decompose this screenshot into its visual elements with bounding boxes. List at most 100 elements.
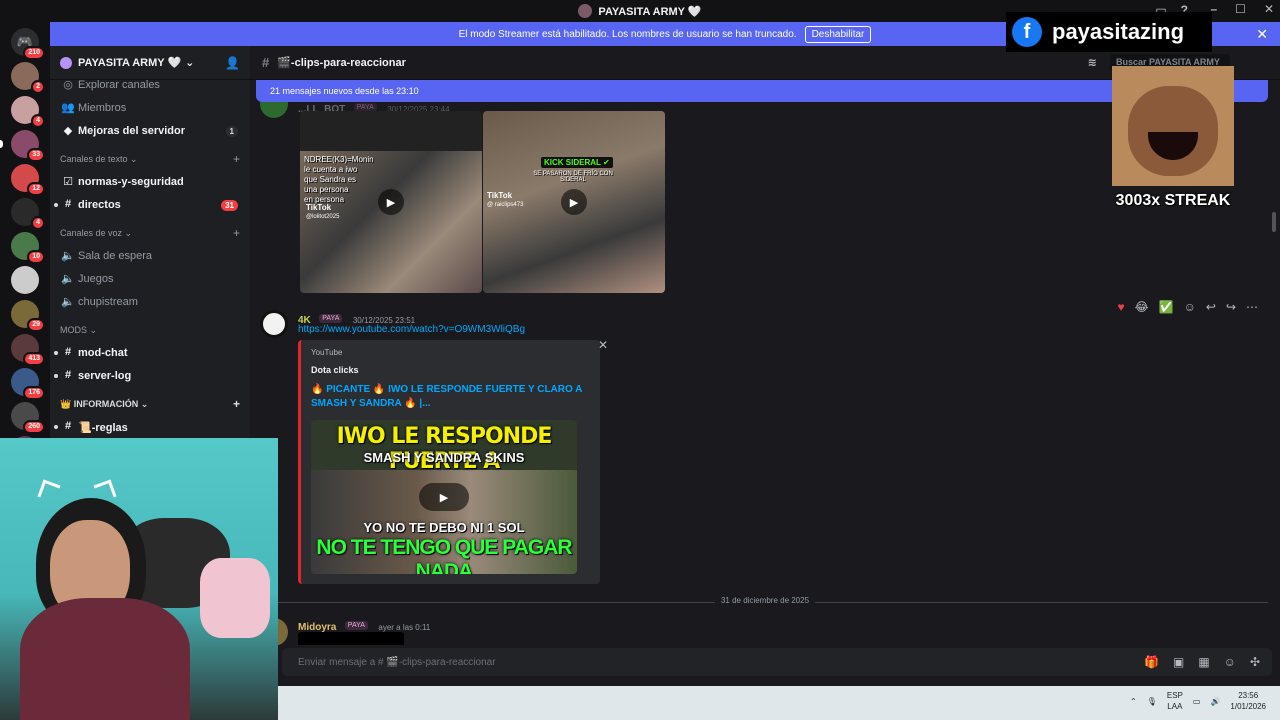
play-icon[interactable]: ▶ <box>561 189 587 215</box>
streak-counter: 3003x STREAK <box>1115 192 1231 209</box>
maximize-button[interactable]: ☐ <box>1235 2 1246 16</box>
server-item[interactable]: 260 <box>11 402 45 434</box>
category-label: 👑 INFORMACIÓN <box>60 398 139 409</box>
home-button[interactable]: 🎮 210 <box>11 28 45 60</box>
channel-reglas[interactable]: # 📜-reglas <box>54 416 244 438</box>
embed-provider[interactable]: YouTube <box>311 348 590 357</box>
embed-title[interactable]: 🔥 PICANTE 🔥 IWO LE RESPONDE FUERTE Y CLA… <box>311 383 590 411</box>
more-icon[interactable]: ⋯ <box>1246 300 1258 314</box>
apps-icon[interactable]: ✣ <box>1250 655 1260 669</box>
speaker-icon: 🔈 <box>61 296 75 308</box>
reply-icon[interactable]: ↩ <box>1206 300 1216 314</box>
close-window-button[interactable]: ✕ <box>1264 2 1274 16</box>
active-indicator <box>0 140 3 148</box>
avatar[interactable] <box>260 310 288 338</box>
channel-label: normas-y-seguridad <box>78 176 184 188</box>
server-badge: 10 <box>27 250 45 264</box>
volume-icon[interactable]: 🔊 <box>1210 697 1220 706</box>
message-link[interactable]: https://www.youtube.com/watch?v=O9WM3Wli… <box>298 324 525 335</box>
server-item[interactable]: 176 <box>11 368 45 400</box>
threads-icon[interactable]: ≋ <box>1088 56 1097 69</box>
mention-badge: 31 <box>221 199 238 211</box>
video-thumbnail[interactable]: NDREE(K3)=Monin le cuenta a iwo que Sand… <box>300 111 482 293</box>
gift-icon[interactable]: 🎁 <box>1144 655 1159 669</box>
sidebar-item-explore[interactable]: ◎ Explorar canales <box>56 74 244 96</box>
emoji-icon[interactable]: ☺ <box>1224 655 1236 669</box>
close-icon[interactable]: ✕ <box>1256 26 1268 43</box>
gif-icon[interactable]: ▣ <box>1173 655 1184 669</box>
add-channel-icon[interactable]: + <box>233 152 240 166</box>
message-input[interactable]: Enviar mensaje a # 🎬-clips-para-reaccion… <box>282 648 1272 676</box>
video-thumbnail[interactable]: KICK SIDERAL ✔ SE PASARON DE FRÍO CON SI… <box>483 111 665 293</box>
language-code: ESP <box>1166 691 1183 700</box>
close-icon[interactable]: ✕ <box>598 338 608 352</box>
sticker-icon[interactable]: ▦ <box>1198 655 1209 669</box>
add-member-icon[interactable]: 👤 <box>225 56 240 70</box>
embed-author[interactable]: Dota clicks <box>311 365 590 375</box>
role-tag: PAYA <box>344 621 368 631</box>
category-mods[interactable]: MODS ⌄ <box>50 319 250 341</box>
channel-normas[interactable]: ☑ normas-y-seguridad <box>56 171 244 193</box>
server-badge: 12 <box>27 182 45 196</box>
add-reaction-icon[interactable]: ☺ <box>1184 300 1196 314</box>
timestamp: ayer a las 0:11 <box>378 623 431 632</box>
youtube-thumbnail[interactable]: IWO LE RESPONDE FUERTE A SMASH Y SANDRA … <box>311 420 577 574</box>
window-title: PAYASITA ARMY 🤍 <box>598 5 702 18</box>
hash-icon: # <box>64 198 72 210</box>
channel-directos[interactable]: # directos 31 <box>54 194 244 216</box>
server-item[interactable]: 29 <box>11 300 45 332</box>
tiktok-handle: @lolitot2025 <box>306 214 340 220</box>
category-voice[interactable]: Canales de voz ⌄ + <box>50 222 250 244</box>
play-icon[interactable]: ▶ <box>419 483 469 511</box>
server-item-active[interactable]: 33 <box>0 130 45 162</box>
hash-icon: # <box>64 346 72 358</box>
tiktok-handle: @ raiclips473 <box>487 202 524 208</box>
sidebar-item-members[interactable]: 👥 Miembros <box>56 97 244 119</box>
server-item[interactable] <box>11 266 39 294</box>
thumbnail-quote-2: NO TE TENGO QUE PAGAR NADA <box>316 536 572 574</box>
server-badge: 4 <box>31 114 45 128</box>
channel-sidebar: PAYASITA ARMY 🤍 ⌄ 👤 ◎ Explorar canales 👥 M… <box>50 46 250 438</box>
unread-dot <box>54 374 58 378</box>
streak-image <box>1112 66 1234 186</box>
channel-server-log[interactable]: # server-log <box>54 365 244 387</box>
server-item[interactable]: 4 <box>11 96 45 128</box>
check-reaction-icon[interactable]: ✅ <box>1159 300 1174 314</box>
forward-icon[interactable]: ↪ <box>1226 300 1236 314</box>
category-text[interactable]: Canales de texto ⌄ + <box>50 148 250 170</box>
channel-label: Juegos <box>78 273 114 285</box>
attachment-preview[interactable] <box>298 632 404 645</box>
channel-label: server-log <box>78 370 132 382</box>
add-channel-icon[interactable]: + <box>233 397 240 411</box>
server-badge: 4 <box>31 216 45 230</box>
sidebar-item-boosts[interactable]: ◆ Mejoras del servidor 1 <box>56 120 244 142</box>
clock-date: 1/01/2026 <box>1230 702 1266 711</box>
voice-channel[interactable]: 🔈 Sala de espera <box>56 245 244 267</box>
laugh-reaction-icon[interactable]: 😂 <box>1135 300 1149 314</box>
voice-channel[interactable]: 🔈 Juegos <box>56 268 244 290</box>
server-item[interactable]: 413 <box>11 334 45 366</box>
server-item[interactable]: 2 <box>11 62 45 94</box>
category-info[interactable]: 👑 INFORMACIÓN ⌄ + <box>50 393 250 415</box>
channel-mod-chat[interactable]: # mod-chat <box>54 342 244 364</box>
server-item[interactable]: 10 <box>11 232 45 264</box>
server-item[interactable]: 12 <box>11 164 45 196</box>
clock[interactable]: 23:56 1/01/2026 <box>1230 690 1266 712</box>
clock-time: 23:56 <box>1238 691 1259 700</box>
disable-streamer-button[interactable]: Deshabilitar <box>804 25 872 43</box>
language-indicator[interactable]: ESP LAA <box>1167 690 1183 712</box>
hash-icon: # <box>64 420 72 432</box>
hash-icon: # <box>262 55 270 70</box>
speaker-icon: 🔈 <box>61 273 75 285</box>
voice-channel[interactable]: 🔈 chupistream <box>56 291 244 313</box>
play-icon[interactable]: ▶ <box>378 189 404 215</box>
avatar[interactable] <box>260 102 288 118</box>
network-icon[interactable]: ▭ <box>1193 697 1201 706</box>
add-channel-icon[interactable]: + <box>233 226 240 240</box>
banner-text: El modo Streamer está habilitado. Los no… <box>458 28 797 40</box>
mic-icon[interactable]: 🎙 <box>1147 697 1157 706</box>
scrollbar[interactable] <box>1272 212 1276 232</box>
server-item[interactable]: 4 <box>11 198 45 230</box>
heart-reaction-icon[interactable]: ♥ <box>1118 300 1125 314</box>
chevron-up-icon[interactable]: ⌃ <box>1130 697 1137 706</box>
